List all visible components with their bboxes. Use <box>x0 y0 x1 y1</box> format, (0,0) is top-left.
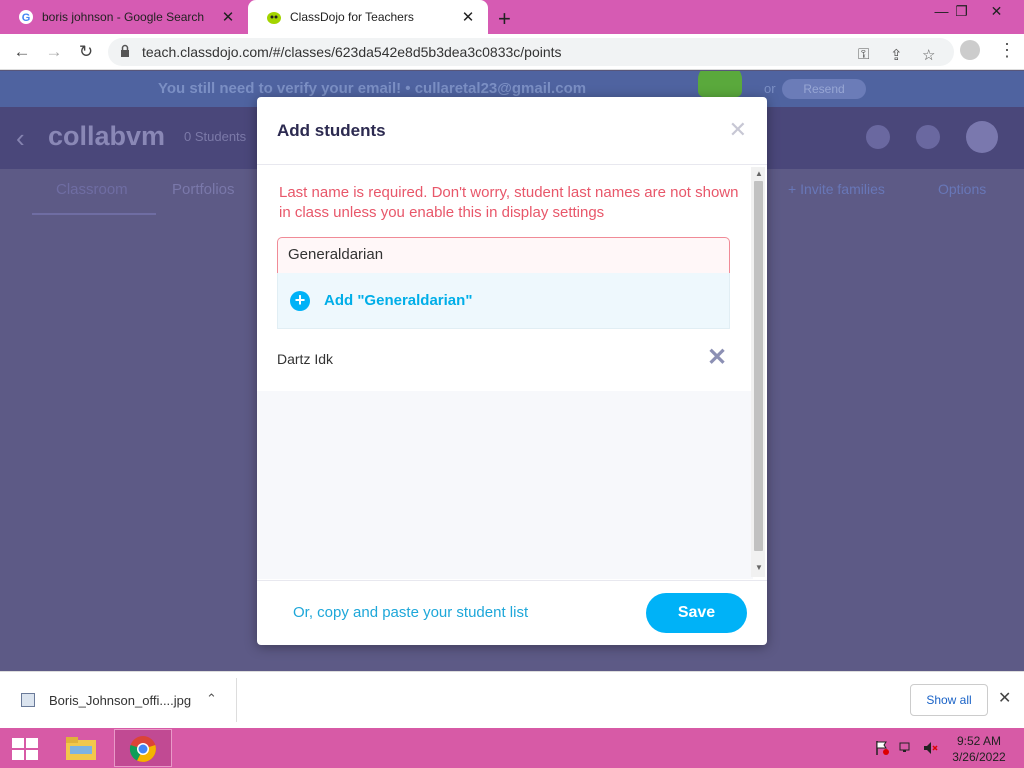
error-message: Last name is required. Don't worry, stud… <box>279 184 739 221</box>
bookmark-star-icon[interactable]: ☆ <box>922 46 935 64</box>
reload-icon[interactable]: ↻ <box>74 41 98 63</box>
plus-circle-icon: + <box>290 291 310 311</box>
url-text: teach.classdojo.com/#/classes/623da542e8… <box>142 44 562 60</box>
menu-kebab-icon[interactable]: ⋮ <box>998 40 1016 61</box>
chrome-taskbar-button[interactable] <box>114 729 172 767</box>
volume-muted-icon[interactable] <box>922 740 938 756</box>
student-name: Dartz Idk <box>277 351 334 367</box>
clock-date: 3/26/2022 <box>952 750 1006 764</box>
close-icon[interactable]: ✕ <box>729 117 747 143</box>
add-students-modal: Add students ✕ Last name is required. Do… <box>257 97 767 645</box>
scrollbar[interactable]: ▲ ▼ <box>751 167 765 577</box>
student-name-input[interactable]: Generaldarian <box>277 237 730 273</box>
scroll-up-icon[interactable]: ▲ <box>755 169 763 178</box>
avatar[interactable] <box>966 121 998 153</box>
browser-toolbar: ← → ↻ teach.classdojo.com/#/classes/623d… <box>0 34 1024 70</box>
paste-student-list-link[interactable]: Or, copy and paste your student list <box>293 604 528 621</box>
image-file-icon <box>21 693 35 707</box>
bell-icon[interactable] <box>866 125 890 149</box>
download-file-name[interactable]: Boris_Johnson_offi....jpg <box>49 693 191 708</box>
browser-tab-bar: G boris johnson - Google Search ✕ ClassD… <box>0 0 1024 34</box>
forward-icon[interactable]: → <box>42 41 66 63</box>
tab-title: boris johnson - Google Search <box>42 10 205 24</box>
profile-icon[interactable] <box>960 40 980 60</box>
add-student-suggestion[interactable]: + Add "Generaldarian" <box>277 273 730 329</box>
file-explorer-icon[interactable] <box>64 734 98 762</box>
flag-icon[interactable] <box>874 740 890 756</box>
tab-title: ClassDojo for Teachers <box>290 10 414 24</box>
dojo-monster-icon <box>698 71 742 97</box>
modal-body: Last name is required. Don't worry, stud… <box>257 165 753 579</box>
new-tab-icon[interactable]: + <box>498 6 511 32</box>
share-icon[interactable]: ⇪ <box>890 46 903 64</box>
invite-families-link[interactable]: + Invite families <box>788 181 885 197</box>
suggestion-label: Add "Generaldarian" <box>324 292 473 309</box>
download-bar: Boris_Johnson_offi....jpg ⌃ Show all ✕ <box>0 671 1024 728</box>
tab-classdojo[interactable]: ClassDojo for Teachers ✕ <box>248 0 488 34</box>
system-clock[interactable]: 9:52 AM 3/26/2022 <box>944 733 1014 765</box>
help-icon[interactable] <box>916 125 940 149</box>
divider <box>236 678 237 722</box>
options-link[interactable]: Options <box>938 181 986 197</box>
back-chevron-icon[interactable]: ‹ <box>16 123 25 154</box>
scroll-down-icon[interactable]: ▼ <box>755 563 763 572</box>
restore-icon[interactable]: ❐ <box>945 0 978 24</box>
tab-underline <box>32 213 156 215</box>
remove-student-icon[interactable]: ✕ <box>707 343 727 372</box>
address-bar[interactable]: teach.classdojo.com/#/classes/623da542e8… <box>108 38 954 66</box>
banner-or: or <box>764 81 776 96</box>
divider <box>257 580 767 581</box>
chrome-icon <box>129 736 156 762</box>
show-all-button[interactable]: Show all <box>910 684 988 716</box>
banner-text: You still need to verify your email! • c… <box>158 80 587 97</box>
clock-time: 9:52 AM <box>956 734 1002 748</box>
lock-icon <box>121 44 129 57</box>
resend-button[interactable]: Resend <box>782 79 866 99</box>
windows-start-icon[interactable] <box>12 738 38 760</box>
network-icon[interactable] <box>898 740 914 756</box>
back-icon[interactable]: ← <box>10 41 34 63</box>
windows-taskbar: 9:52 AM 3/26/2022 <box>0 728 1024 768</box>
list-item: Dartz Idk ✕ <box>257 329 753 391</box>
chevron-up-icon[interactable]: ⌃ <box>206 691 217 707</box>
svg-text:G: G <box>22 12 31 24</box>
student-count: 0 Students <box>184 129 247 144</box>
tab-classroom[interactable]: Classroom <box>56 181 128 198</box>
classdojo-icon <box>266 9 282 25</box>
window-close-icon[interactable]: ✕ <box>980 0 1013 24</box>
close-tab-icon[interactable]: ✕ <box>458 8 478 26</box>
google-icon: G <box>18 9 34 25</box>
close-icon[interactable]: ✕ <box>998 688 1011 708</box>
modal-title: Add students <box>277 121 386 140</box>
tab-google-search[interactable]: G boris johnson - Google Search ✕ <box>0 0 248 34</box>
scroll-thumb[interactable] <box>754 181 763 551</box>
class-name: collabvm <box>48 121 166 151</box>
tab-portfolios[interactable]: Portfolios <box>172 181 235 198</box>
save-button[interactable]: Save <box>646 593 747 633</box>
key-icon[interactable]: ⚿ <box>858 46 869 63</box>
close-tab-icon[interactable]: ✕ <box>218 8 238 26</box>
student-list-area <box>257 391 753 579</box>
